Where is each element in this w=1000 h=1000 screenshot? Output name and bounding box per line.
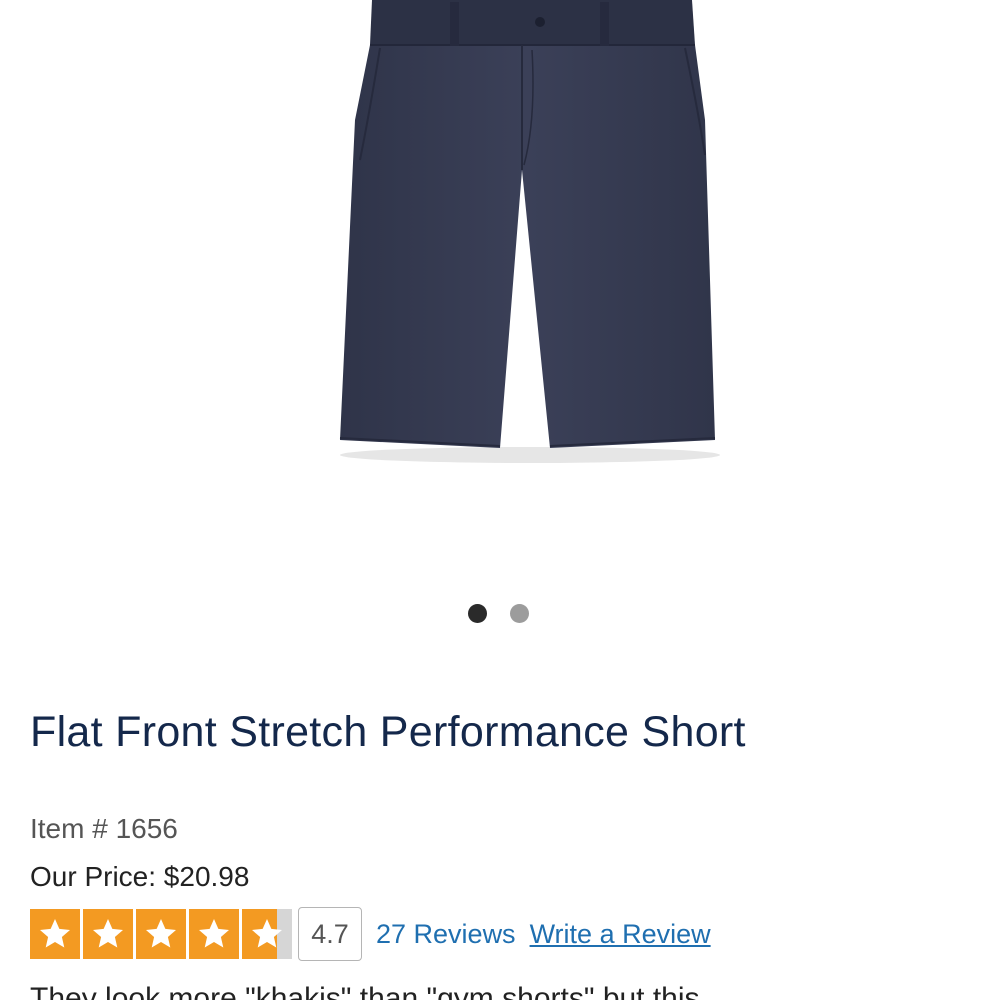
rating-row: 4.7 27 Reviews Write a Review [30,906,711,962]
carousel-dot-2[interactable] [510,604,529,623]
star-icon [242,909,292,959]
star-rating[interactable] [30,909,292,959]
product-image[interactable] [300,0,740,470]
product-description: They look more "khakis" than "gym shorts… [30,982,700,1000]
star-icon [189,909,239,959]
item-number: Item # 1656 [30,813,178,844]
product-page: Flat Front Stretch Performance Short Ite… [0,0,1000,1000]
write-review-link[interactable]: Write a Review [530,919,711,950]
star-icon [83,909,133,959]
star-icon [30,909,80,959]
carousel-dot-1[interactable] [468,604,487,623]
carousel-dots [468,604,529,623]
rating-value: 4.7 [298,907,362,961]
star-icon [136,909,186,959]
navy-shorts-image [339,0,720,463]
reviews-count-link[interactable]: 27 Reviews [376,919,516,950]
product-title: Flat Front Stretch Performance Short [30,708,746,756]
product-price: Our Price: $20.98 [30,861,250,892]
